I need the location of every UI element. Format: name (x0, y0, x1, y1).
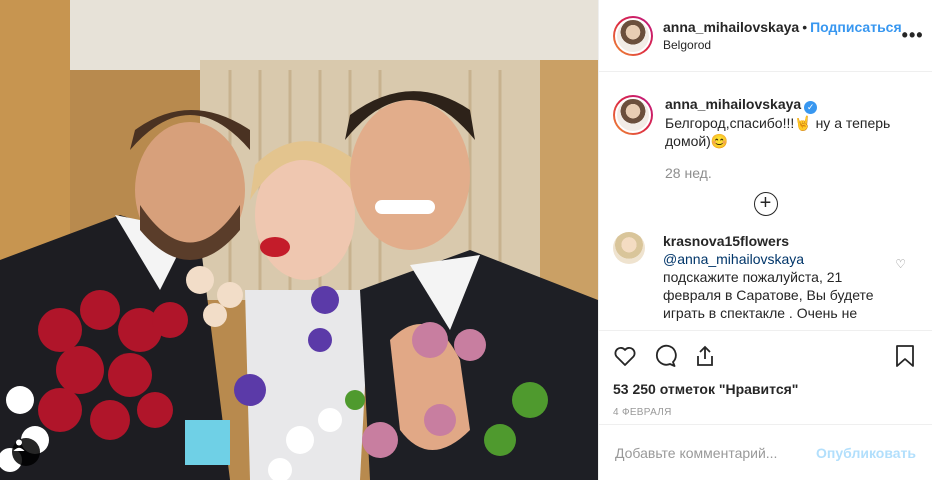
share-upload-icon[interactable] (693, 344, 717, 368)
instagram-post: anna_mihailovskaya • Подписаться Belgorod … (0, 0, 932, 480)
likes-count[interactable]: 53 250 отметок "Нравится" (613, 381, 916, 397)
verified-badge-icon: ✓ (804, 101, 818, 114)
comment-username[interactable]: krasnova15flowers (663, 232, 883, 250)
caption-username[interactable]: anna_mihailovskaya (665, 96, 801, 112)
post-photo[interactable] (0, 0, 598, 480)
comment-like-heart-icon[interactable]: ♡ (895, 257, 906, 271)
caption-time[interactable]: 28 нед. (665, 164, 916, 182)
post-location[interactable]: Belgorod (663, 36, 902, 54)
post-actions: 53 250 отметок "Нравится" 4 ФЕВРАЛЯ (599, 330, 932, 418)
user-tag-icon[interactable] (12, 438, 40, 466)
load-more-comments[interactable]: + (599, 192, 932, 216)
caption-avatar[interactable] (613, 95, 653, 135)
comment-text: подскажите пожалуйста, 21 февраля в Сара… (663, 269, 874, 321)
more-options-icon[interactable]: ••• (902, 25, 924, 46)
add-comment-bar: Опубликовать (599, 424, 932, 480)
follow-button[interactable]: Подписаться (810, 19, 902, 35)
comment-bubble-icon[interactable] (653, 344, 677, 368)
plus-circle-icon[interactable]: + (753, 192, 778, 216)
comment-body: krasnova15flowers @anna_mihailovskaya по… (663, 232, 883, 322)
post-header: anna_mihailovskaya • Подписаться Belgorod … (599, 0, 932, 72)
caption-body: anna_mihailovskaya ✓ Белгород,спасибо!!!🤘… (665, 95, 916, 182)
post-username[interactable]: anna_mihailovskaya (663, 19, 799, 35)
separator-dot: • (802, 18, 808, 35)
action-icons (613, 343, 916, 369)
header-text: anna_mihailovskaya • Подписаться Belgorod (663, 18, 902, 54)
comment-avatar[interactable] (613, 232, 645, 264)
comment-input[interactable] (615, 444, 817, 461)
post-date[interactable]: 4 ФЕВРАЛЯ (613, 407, 916, 418)
avatar[interactable] (613, 15, 653, 56)
like-heart-icon[interactable] (613, 344, 637, 368)
caption: anna_mihailovskaya ✓ Белгород,спасибо!!!🤘… (599, 73, 932, 182)
bookmark-icon[interactable] (894, 344, 916, 368)
post-sidebar: anna_mihailovskaya • Подписаться Belgorod … (598, 0, 932, 480)
caption-text: Белгород,спасибо!!!🤘 ну а теперь домой)😊 (665, 115, 891, 149)
photo-illustration (0, 0, 598, 480)
comments-list[interactable]: anna_mihailovskaya ✓ Белгород,спасибо!!!🤘… (599, 73, 932, 330)
comment-mention[interactable]: @anna_mihailovskaya (663, 250, 883, 268)
comment-item: krasnova15flowers @anna_mihailovskaya по… (599, 216, 932, 322)
publish-button[interactable]: Опубликовать (816, 445, 916, 461)
